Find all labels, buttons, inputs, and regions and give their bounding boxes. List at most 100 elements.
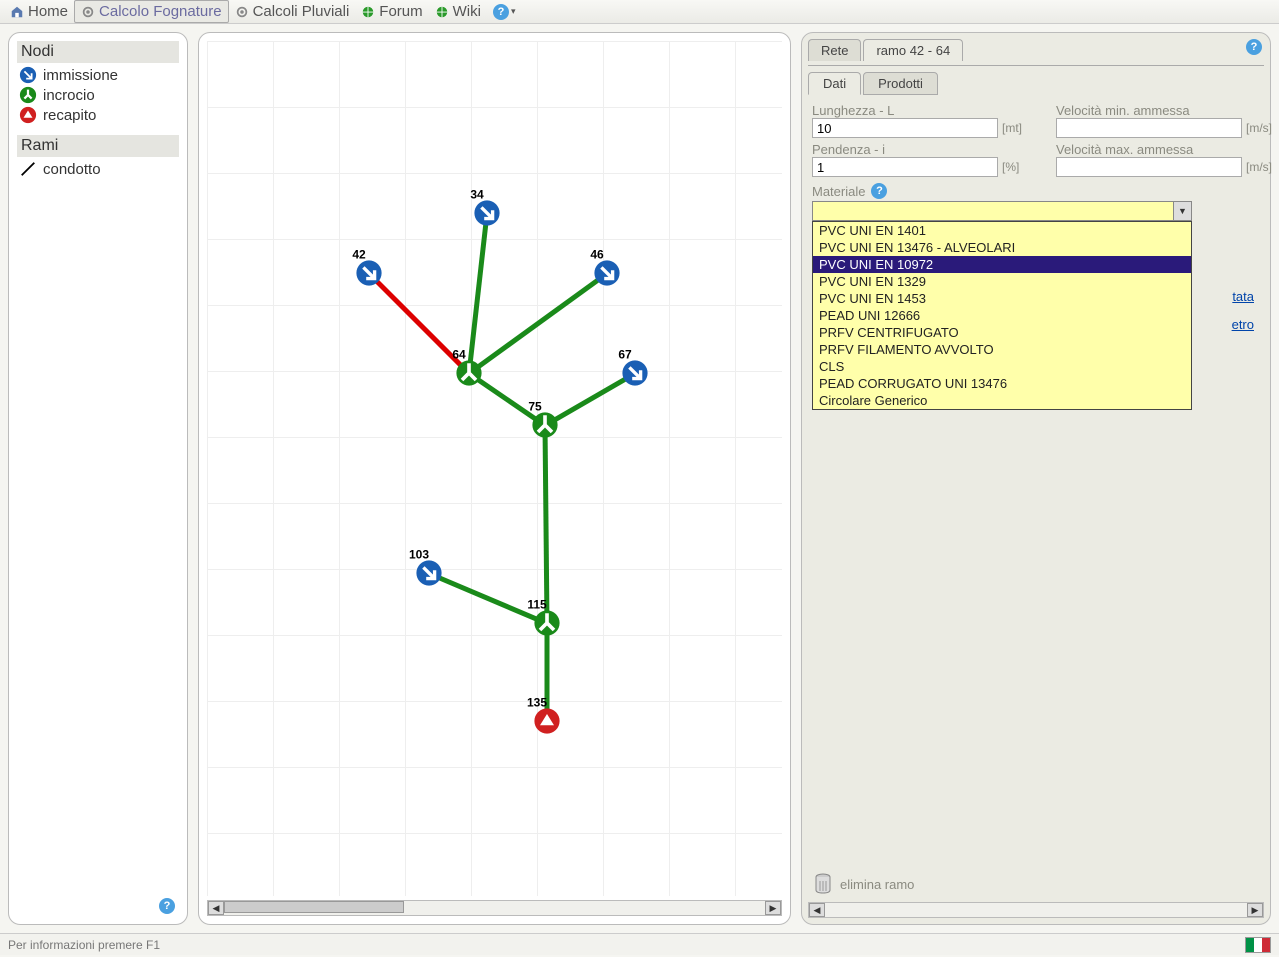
status-bar: Per informazioni premere F1 bbox=[0, 933, 1279, 955]
lunghezza-label: Lunghezza - L bbox=[812, 103, 1036, 118]
sub-tabs: Dati Prodotti bbox=[808, 65, 1264, 95]
node-label-34: 34 bbox=[470, 187, 483, 201]
condotto-icon bbox=[19, 160, 37, 178]
vmax-label: Velocità max. ammessa bbox=[1056, 142, 1279, 157]
subtab-prodotti[interactable]: Prodotti bbox=[863, 72, 938, 95]
node-label-64: 64 bbox=[452, 347, 465, 361]
node-135[interactable] bbox=[533, 707, 561, 735]
scroll-track[interactable] bbox=[825, 903, 1247, 917]
materiale-option[interactable]: PVC UNI EN 10972 bbox=[813, 256, 1191, 273]
legend-incrocio-label: incrocio bbox=[43, 87, 95, 104]
materiale-option[interactable]: PEAD CORRUGATO UNI 13476 bbox=[813, 375, 1191, 392]
grid-background bbox=[207, 41, 782, 896]
materiale-dropdown[interactable]: ▼ PVC UNI EN 1401PVC UNI EN 13476 - ALVE… bbox=[812, 201, 1260, 221]
chevron-down-icon: ▾ bbox=[511, 6, 516, 17]
nav-pluviali-label: Calcoli Pluviali bbox=[253, 3, 350, 20]
globe-icon bbox=[361, 5, 375, 19]
materiale-option[interactable]: PEAD UNI 12666 bbox=[813, 307, 1191, 324]
materiale-option[interactable]: PVC UNI EN 13476 - ALVEOLARI bbox=[813, 239, 1191, 256]
legend-panel: Nodi immissione incrocio recapito Rami c… bbox=[8, 32, 188, 925]
materiale-option[interactable]: PVC UNI EN 1401 bbox=[813, 222, 1191, 239]
scroll-thumb[interactable] bbox=[224, 901, 404, 913]
canvas-horizontal-scrollbar[interactable]: ◀ ▶ bbox=[207, 900, 782, 916]
trash-icon bbox=[812, 872, 834, 896]
properties-panel: ? Rete ramo 42 - 64 Dati Prodotti Lunghe… bbox=[801, 32, 1271, 925]
nav-calcoli-pluviali[interactable]: Calcoli Pluviali bbox=[229, 1, 356, 22]
materiale-option[interactable]: PRFV CENTRIFUGATO bbox=[813, 324, 1191, 341]
materiale-option[interactable]: Circolare Generico bbox=[813, 392, 1191, 409]
node-label-75: 75 bbox=[528, 399, 541, 413]
nav-calcolo-fognature[interactable]: Calcolo Fognature bbox=[74, 0, 229, 23]
immissione-icon bbox=[19, 66, 37, 84]
lunghezza-input[interactable] bbox=[812, 118, 998, 138]
node-64[interactable] bbox=[455, 359, 483, 387]
panel-horizontal-scrollbar[interactable]: ◀ ▶ bbox=[808, 902, 1264, 918]
canvas-panel: 344246646775103115135 ◀ ▶ bbox=[198, 32, 791, 925]
link-tata[interactable]: tata bbox=[1232, 289, 1254, 304]
pendenza-input[interactable] bbox=[812, 157, 998, 177]
vmin-input[interactable] bbox=[1056, 118, 1242, 138]
tab-rete[interactable]: Rete bbox=[808, 39, 861, 61]
help-icon[interactable]: ? bbox=[1246, 39, 1262, 55]
node-label-115: 115 bbox=[527, 597, 546, 611]
scroll-right-arrow[interactable]: ▶ bbox=[765, 901, 781, 915]
legend-header-rami: Rami bbox=[17, 135, 179, 157]
scroll-right-arrow[interactable]: ▶ bbox=[1247, 903, 1263, 917]
materiale-option[interactable]: PRFV FILAMENTO AVVOLTO bbox=[813, 341, 1191, 358]
help-icon[interactable]: ? bbox=[159, 898, 175, 914]
link-etro[interactable]: etro bbox=[1232, 317, 1254, 332]
node-103[interactable] bbox=[415, 559, 443, 587]
materiale-dropdown-list[interactable]: PVC UNI EN 1401PVC UNI EN 13476 - ALVEOL… bbox=[812, 221, 1192, 410]
incrocio-icon bbox=[19, 86, 37, 104]
node-label-46: 46 bbox=[590, 247, 603, 261]
delete-ramo[interactable]: elimina ramo bbox=[812, 872, 914, 896]
gear-icon bbox=[235, 5, 249, 19]
lunghezza-unit: [mt] bbox=[1002, 121, 1036, 135]
node-115[interactable] bbox=[533, 609, 561, 637]
flag-italy-icon[interactable] bbox=[1245, 937, 1271, 953]
vmax-input[interactable] bbox=[1056, 157, 1242, 177]
node-75[interactable] bbox=[531, 411, 559, 439]
legend-condotto-label: condotto bbox=[43, 161, 101, 178]
node-67[interactable] bbox=[621, 359, 649, 387]
scroll-track[interactable] bbox=[224, 901, 765, 915]
node-46[interactable] bbox=[593, 259, 621, 287]
dropdown-arrow-icon[interactable]: ▼ bbox=[1173, 202, 1191, 220]
nav-wiki-label: Wiki bbox=[453, 3, 481, 20]
pendenza-unit: [%] bbox=[1002, 160, 1036, 174]
pendenza-label: Pendenza - i bbox=[812, 142, 1036, 157]
nav-forum-label: Forum bbox=[379, 3, 422, 20]
vmin-label: Velocità min. ammessa bbox=[1056, 103, 1279, 118]
recapito-icon bbox=[19, 106, 37, 124]
node-label-135: 135 bbox=[527, 695, 547, 709]
scroll-left-arrow[interactable]: ◀ bbox=[208, 901, 224, 915]
nav-home[interactable]: Home bbox=[4, 1, 74, 22]
materiale-label: Materiale bbox=[812, 184, 865, 199]
home-icon bbox=[10, 5, 24, 19]
scroll-left-arrow[interactable]: ◀ bbox=[809, 903, 825, 917]
node-34[interactable] bbox=[473, 199, 501, 227]
node-42[interactable] bbox=[355, 259, 383, 287]
nav-forum[interactable]: Forum bbox=[355, 1, 428, 22]
materiale-option[interactable]: PVC UNI EN 1329 bbox=[813, 273, 1191, 290]
top-nav: Home Calcolo Fognature Calcoli Pluviali … bbox=[0, 0, 1279, 24]
nav-help-dropdown[interactable]: ? ▾ bbox=[487, 2, 522, 22]
legend-immissione[interactable]: immissione bbox=[17, 65, 179, 85]
legend-recapito-label: recapito bbox=[43, 107, 96, 124]
gear-icon bbox=[81, 5, 95, 19]
subtab-dati[interactable]: Dati bbox=[808, 72, 861, 95]
tab-ramo[interactable]: ramo 42 - 64 bbox=[863, 39, 963, 61]
legend-condotto[interactable]: condotto bbox=[17, 159, 179, 179]
materiale-option[interactable]: PVC UNI EN 1453 bbox=[813, 290, 1191, 307]
legend-recapito[interactable]: recapito bbox=[17, 105, 179, 125]
network-canvas[interactable]: 344246646775103115135 bbox=[207, 41, 782, 896]
help-icon[interactable]: ? bbox=[871, 183, 887, 199]
nav-wiki[interactable]: Wiki bbox=[429, 1, 487, 22]
node-label-67: 67 bbox=[618, 347, 631, 361]
materiale-selected bbox=[813, 202, 1173, 220]
status-text: Per informazioni premere F1 bbox=[8, 938, 160, 952]
legend-incrocio[interactable]: incrocio bbox=[17, 85, 179, 105]
help-icon: ? bbox=[493, 4, 509, 20]
delete-ramo-label: elimina ramo bbox=[840, 877, 914, 892]
materiale-option[interactable]: CLS bbox=[813, 358, 1191, 375]
